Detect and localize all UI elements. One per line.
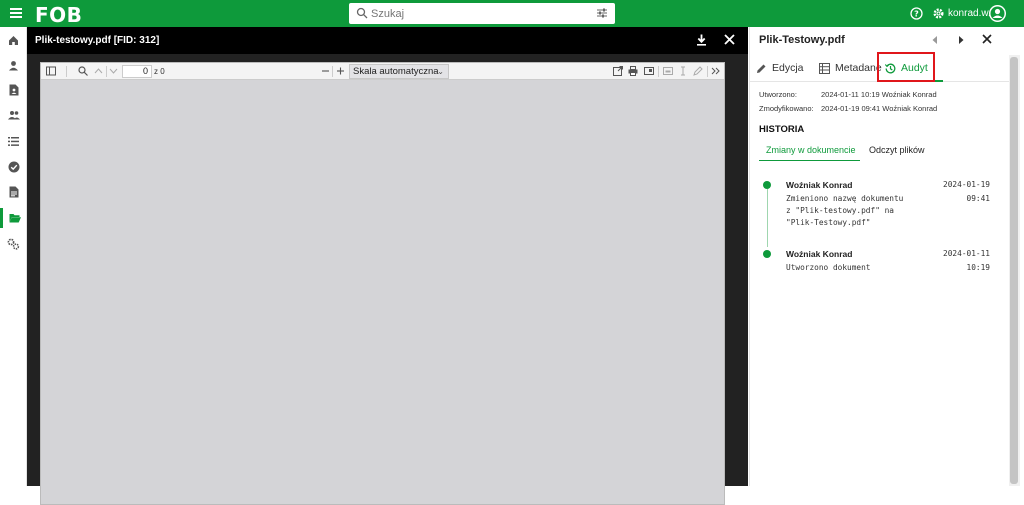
event-date-day: 2024-01-11 (943, 249, 990, 258)
table-icon (819, 62, 830, 74)
zoom-select-value: Skala automatyczna (353, 66, 439, 77)
event-date-day: 2024-01-19 (943, 180, 990, 189)
sidebar-item-home[interactable] (0, 30, 27, 50)
event-description: Zmieniono nazwę dokumentu z "Plik-testow… (786, 194, 904, 227)
print-icon[interactable] (628, 66, 638, 76)
sidebar-toggle-icon[interactable] (46, 66, 56, 76)
created-label: Utworzono: (759, 90, 797, 99)
top-bar: FOB ? konrad.w... (0, 0, 1024, 27)
search-icon (356, 7, 368, 19)
panel-title: Plik-Testowy.pdf (759, 34, 845, 46)
highlight-box (877, 52, 935, 82)
sidebar-item-tasks[interactable] (0, 157, 27, 177)
avatar-icon[interactable] (988, 4, 1007, 23)
sidebar-item-users[interactable] (0, 55, 27, 75)
modified-row: Zmodyfikowano: 2024-01-19 09:41 Woźniak K… (759, 104, 937, 113)
search-bar[interactable] (349, 3, 615, 24)
sidebar-item-groups[interactable] (0, 105, 27, 125)
event-author: Woźniak Konrad (786, 249, 853, 259)
modified-value: 2024-01-19 09:41 Woźniak Konrad (821, 104, 938, 113)
more-tools-icon[interactable] (711, 66, 721, 76)
download-pdf-icon[interactable] (644, 66, 654, 76)
zoom-out-icon[interactable] (321, 66, 330, 76)
tab-edycja[interactable]: Edycja (756, 54, 804, 82)
toolbar-divider (332, 66, 333, 77)
chevron-right-icon[interactable] (958, 35, 965, 45)
event-date-time: 09:41 (966, 194, 990, 203)
sidebar-item-files[interactable] (0, 208, 27, 228)
event-author: Woźniak Konrad (786, 180, 853, 190)
search-input[interactable] (371, 5, 591, 22)
menu-icon[interactable] (10, 8, 22, 18)
toolbar-divider (658, 66, 659, 77)
sidebar-item-settings[interactable] (0, 234, 27, 254)
filter-sliders-icon[interactable] (596, 7, 608, 19)
help-icon[interactable]: ? (910, 7, 923, 20)
pdf-canvas[interactable] (41, 80, 724, 504)
list-icon (8, 136, 19, 146)
toolbar-divider (106, 66, 107, 77)
details-panel: Plik-Testowy.pdf Edycja Metadane Audyt U… (749, 27, 1010, 486)
panel-scrollbar-thumb[interactable] (1010, 57, 1018, 484)
event-date: 2024-01-19 09:41 (943, 178, 990, 206)
draw-tool-icon[interactable] (693, 66, 703, 76)
folder-open-icon (9, 214, 21, 223)
previous-page-icon[interactable] (94, 66, 103, 76)
sidebar (0, 27, 27, 486)
tab-metadane[interactable]: Metadane (819, 54, 882, 82)
history-heading: HISTORIA (759, 124, 805, 135)
timeline-dot (763, 181, 771, 189)
modified-label: Zmodyfikowano: (759, 104, 814, 113)
text-tool-icon[interactable] (678, 66, 688, 76)
viewer-title: Plik-testowy.pdf [FID: 312] (35, 35, 160, 46)
subtab-changes[interactable]: Zmiany w dokumencie (766, 145, 856, 155)
next-page-icon[interactable] (109, 66, 118, 76)
document-viewer: Plik-testowy.pdf [FID: 312] 0 z 0 Skala … (27, 27, 748, 505)
download-icon[interactable] (696, 34, 707, 46)
subtab-file-reads[interactable]: Odczyt plików (869, 145, 925, 155)
sidebar-item-lists[interactable] (0, 131, 27, 151)
people-icon (7, 111, 20, 120)
find-icon[interactable] (78, 66, 88, 76)
page-number-input[interactable]: 0 (122, 65, 152, 78)
event-date-time: 10:19 (966, 263, 990, 272)
toolbar-divider (66, 66, 67, 77)
viewer-header: Plik-testowy.pdf [FID: 312] (27, 27, 748, 54)
event-date: 2024-01-11 10:19 (943, 247, 990, 275)
gear-icon[interactable] (932, 7, 945, 20)
timeline-line (767, 189, 768, 247)
chevron-down-icon: ⌄ (437, 67, 444, 76)
sidebar-item-documents[interactable] (0, 182, 27, 202)
zoom-select[interactable]: Skala automatyczna ⌄ (349, 64, 449, 79)
tab-label: Edycja (772, 62, 804, 74)
pencil-icon (757, 64, 766, 73)
app-logo[interactable]: FOB (35, 3, 82, 27)
image-tool-icon[interactable] (663, 66, 673, 76)
tab-label: Metadane (835, 62, 882, 74)
event-description: Utworzono dokument (786, 263, 871, 272)
home-icon (9, 35, 18, 45)
chevron-left-icon[interactable] (931, 35, 938, 45)
close-icon[interactable] (724, 34, 735, 45)
document-icon (9, 186, 18, 198)
active-subtab-indicator (759, 160, 860, 161)
timeline-dot (763, 250, 771, 258)
zoom-in-icon[interactable] (336, 66, 345, 76)
open-file-icon[interactable] (613, 66, 623, 76)
page-count: z 0 (154, 67, 165, 76)
pdf-viewer: 0 z 0 Skala automatyczna ⌄ (40, 62, 725, 505)
sidebar-item-documents-person[interactable] (0, 80, 27, 100)
person-icon (9, 60, 18, 70)
created-value: 2024-01-11 10:19 Woźniak Konrad (821, 90, 937, 99)
close-icon[interactable] (982, 34, 992, 44)
check-circle-icon (8, 161, 19, 173)
svg-text:?: ? (914, 10, 919, 19)
document-person-icon (9, 84, 18, 96)
pdf-toolbar: 0 z 0 Skala automatyczna ⌄ (41, 63, 724, 80)
settings-icon (7, 238, 20, 250)
toolbar-divider (707, 66, 708, 77)
created-row: Utworzono: 2024-01-11 10:19 Woźniak Konra… (759, 90, 937, 99)
